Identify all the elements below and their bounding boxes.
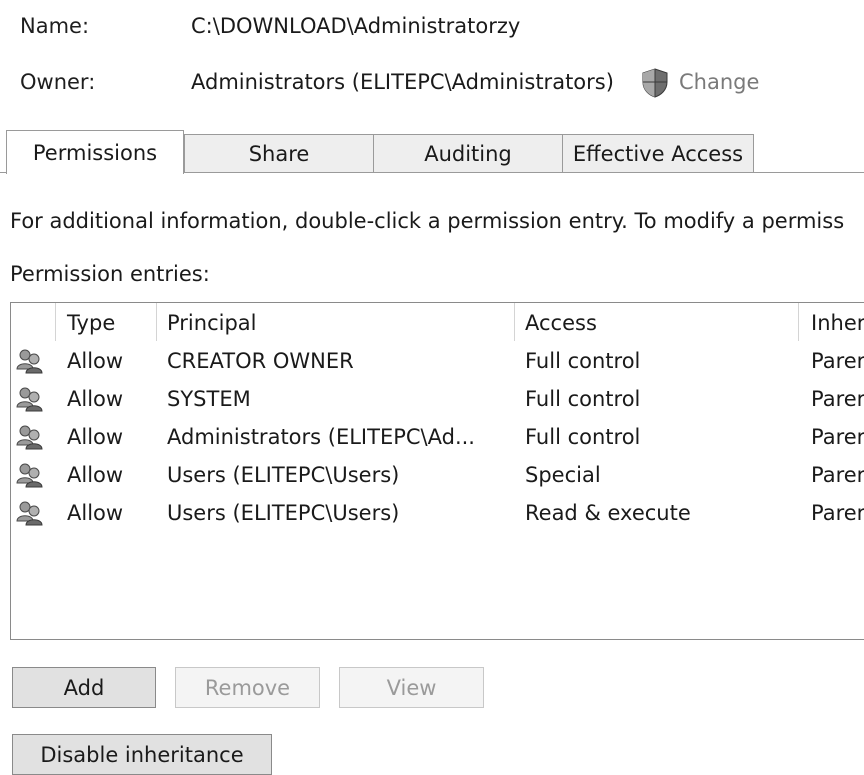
remove-button[interactable]: Remove (175, 667, 320, 708)
entry-access: Read & execute (525, 501, 691, 525)
table-row[interactable]: Allow SYSTEM Full control Parer (11, 381, 864, 419)
column-separator[interactable] (55, 303, 56, 341)
add-button[interactable]: Add (12, 667, 156, 708)
table-row[interactable]: Allow CREATOR OWNER Full control Parer (11, 343, 864, 381)
table-row[interactable]: Allow Users (ELITEPC\Users) Read & execu… (11, 495, 864, 533)
tab-strip: Permissions Share Auditing Effective Acc… (0, 130, 864, 174)
column-separator[interactable] (514, 303, 515, 341)
entry-principal: Users (ELITEPC\Users) (167, 501, 400, 525)
column-header-principal[interactable]: Principal (167, 311, 257, 335)
change-owner-link[interactable]: Change (679, 70, 759, 94)
column-header-type[interactable]: Type (67, 311, 115, 335)
column-header-inherited-from[interactable]: Inher (811, 311, 864, 335)
table-row[interactable]: Allow Users (ELITEPC\Users) Special Pare… (11, 457, 864, 495)
tab-effective-access[interactable]: Effective Access (562, 134, 754, 172)
permission-entries-list[interactable]: Type Principal Access Inher Allow CREATO… (10, 302, 864, 640)
tab-permissions[interactable]: Permissions (6, 130, 184, 174)
column-header-access[interactable]: Access (525, 311, 597, 335)
entry-type: Allow (67, 501, 124, 525)
disable-inheritance-button[interactable]: Disable inheritance (12, 734, 272, 775)
entry-type: Allow (67, 425, 124, 449)
users-icon (16, 425, 43, 450)
entry-principal: SYSTEM (167, 387, 251, 411)
view-button[interactable]: View (339, 667, 484, 708)
entry-inherited-from: Parer (811, 425, 864, 449)
owner-label: Owner: (20, 70, 96, 94)
entry-access: Special (525, 463, 601, 487)
info-text: For additional information, double-click… (10, 209, 845, 233)
users-icon (16, 349, 43, 374)
entry-type: Allow (67, 349, 124, 373)
entry-access: Full control (525, 425, 641, 449)
tab-share[interactable]: Share (184, 134, 374, 172)
entry-access: Full control (525, 387, 641, 411)
permission-entries-label: Permission entries: (10, 262, 210, 286)
entry-inherited-from: Parer (811, 387, 864, 411)
entry-type: Allow (67, 463, 124, 487)
shield-icon[interactable] (641, 68, 669, 98)
entry-inherited-from: Parer (811, 349, 864, 373)
entry-principal: CREATOR OWNER (167, 349, 354, 373)
entry-inherited-from: Parer (811, 501, 864, 525)
users-icon (16, 387, 43, 412)
column-separator[interactable] (156, 303, 157, 341)
name-label: Name: (20, 14, 90, 38)
owner-value: Administrators (ELITEPC\Administrators) (191, 70, 614, 94)
users-icon (16, 463, 43, 488)
column-separator[interactable] (798, 303, 799, 341)
tab-auditing[interactable]: Auditing (373, 134, 563, 172)
entry-principal: Administrators (ELITEPC\Ad... (167, 425, 475, 449)
table-row[interactable]: Allow Administrators (ELITEPC\Ad... Full… (11, 419, 864, 457)
entry-principal: Users (ELITEPC\Users) (167, 463, 400, 487)
entry-inherited-from: Parer (811, 463, 864, 487)
object-path-value: C:\DOWNLOAD\Administratorzy (191, 14, 521, 38)
entry-type: Allow (67, 387, 124, 411)
entry-access: Full control (525, 349, 641, 373)
users-icon (16, 501, 43, 526)
